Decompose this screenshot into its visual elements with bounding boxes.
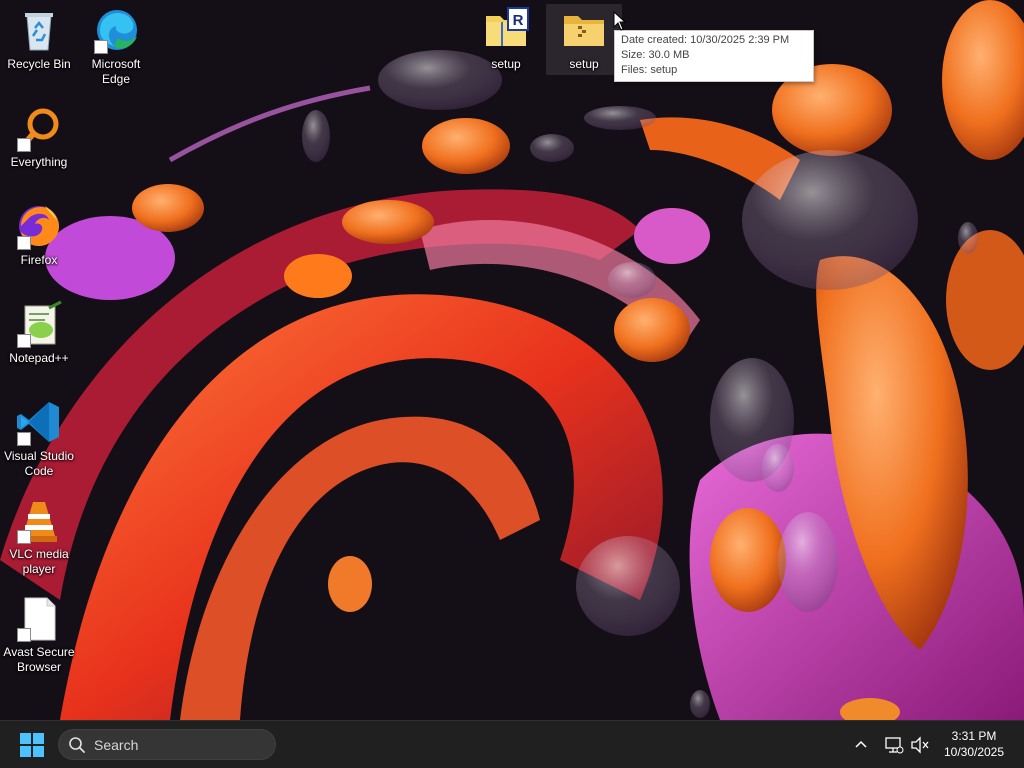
vscode-icon <box>15 398 63 446</box>
blank-file-icon <box>15 594 63 642</box>
desktop-icon-label: Recycle Bin <box>7 57 71 71</box>
desktop-icon-label: Visual Studio Code <box>4 449 74 478</box>
firefox-icon <box>15 202 63 250</box>
start-button[interactable] <box>14 729 50 761</box>
desktop: Recycle Bin Microsoft Edge Everything Fi… <box>0 0 1024 720</box>
show-hidden-icons-chevron-icon[interactable] <box>852 736 870 754</box>
desktop-icon-vlc[interactable]: VLC media player <box>1 496 77 577</box>
desktop-icon-notepadpp[interactable]: Notepad++ <box>1 300 77 366</box>
taskbar-search-box[interactable]: Search <box>58 729 276 760</box>
desktop-icon-avast-secure-browser[interactable]: Avast Secure Browser <box>1 594 77 675</box>
desktop-icon-setup-zip[interactable]: setup <box>546 4 622 75</box>
svg-text:R: R <box>513 12 524 29</box>
volume-muted-icon[interactable] <box>910 735 930 755</box>
vlc-icon <box>15 496 63 544</box>
mouse-cursor-icon <box>613 11 627 31</box>
taskbar-clock[interactable]: 3:31 PM 10/30/2025 <box>936 728 1012 760</box>
desktop-icon-microsoft-edge[interactable]: Microsoft Edge <box>78 6 154 87</box>
desktop-icon-label: Avast Secure Browser <box>3 645 75 674</box>
shortcut-arrow-icon <box>17 530 31 544</box>
edge-icon <box>92 6 140 54</box>
desktop-icon-label: Notepad++ <box>9 351 69 365</box>
search-placeholder: Search <box>94 737 139 753</box>
shortcut-arrow-icon <box>94 40 108 54</box>
desktop-icon-recycle-bin[interactable]: Recycle Bin <box>1 6 77 72</box>
file-info-tooltip: Date created: 10/30/2025 2:39 PM Size: 3… <box>614 30 814 82</box>
zip-folder-icon <box>560 6 608 54</box>
desktop-icon-label: Firefox <box>20 253 58 267</box>
shortcut-arrow-icon <box>17 138 31 152</box>
desktop-icon-label: Everything <box>10 155 68 169</box>
desktop-icon-vscode[interactable]: Visual Studio Code <box>1 398 77 479</box>
wallpaper-image <box>0 0 1024 720</box>
shortcut-arrow-icon <box>17 236 31 250</box>
shortcut-arrow-icon <box>17 628 31 642</box>
tooltip-files: Files: setup <box>621 64 678 76</box>
windows-logo-icon <box>20 733 44 757</box>
clock-date: 10/30/2025 <box>943 745 1005 759</box>
tooltip-date-created: Date created: 10/30/2025 2:39 PM <box>621 34 790 46</box>
desktop-icon-firefox[interactable]: Firefox <box>1 202 77 268</box>
search-icon <box>69 737 85 753</box>
everything-search-icon <box>15 104 63 152</box>
shortcut-arrow-icon <box>17 432 31 446</box>
clock-time: 3:31 PM <box>951 729 997 743</box>
desktop-icon-label: VLC media player <box>9 547 69 576</box>
notepadpp-icon <box>15 300 63 348</box>
network-icon[interactable] <box>884 735 904 755</box>
shortcut-arrow-icon <box>17 334 31 348</box>
recycle-bin-icon <box>15 6 63 54</box>
desktop-icon-everything[interactable]: Everything <box>1 104 77 170</box>
taskbar: Search 3:31 PM 10/30/2025 <box>0 720 1024 768</box>
desktop-icon-label: setup <box>491 57 521 71</box>
desktop-icon-label: setup <box>569 57 599 71</box>
rar-archive-icon: R <box>482 6 530 54</box>
desktop-icon-label: Microsoft Edge <box>91 57 141 86</box>
desktop-icon-setup-rar[interactable]: R setup <box>468 6 544 72</box>
tooltip-size: Size: 30.0 MB <box>621 49 690 61</box>
